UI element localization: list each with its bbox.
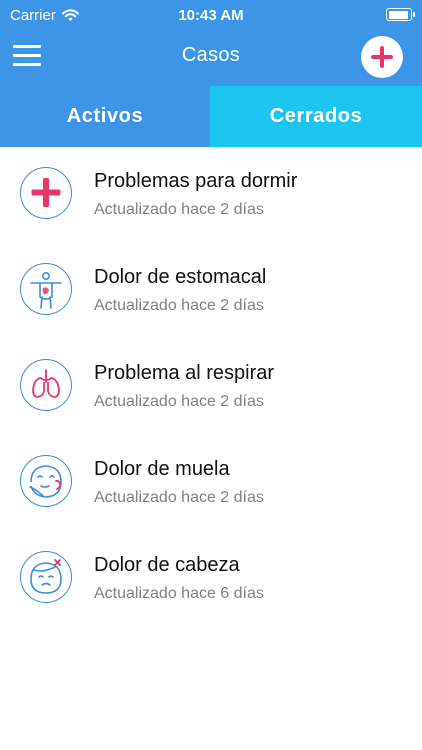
tab-cerrados[interactable]: Cerrados — [210, 86, 422, 147]
case-updated: Actualizado hace 2 días — [94, 297, 264, 314]
toothache-face-icon — [20, 455, 72, 507]
case-updated: Actualizado hace 6 días — [94, 585, 264, 602]
stomach-body-icon — [20, 263, 72, 315]
case-list-item[interactable]: Dolor de cabeza Actualizado hace 6 días — [0, 531, 422, 627]
plus-icon-bar — [371, 55, 393, 59]
case-updated: Actualizado hace 2 días — [94, 201, 264, 218]
case-list-item[interactable]: Problema al respirar Actualizado hace 2 … — [0, 339, 422, 435]
medical-cross-icon — [20, 167, 72, 219]
headache-face-icon — [20, 551, 72, 603]
lungs-icon — [20, 359, 72, 411]
tab-activos[interactable]: Activos — [0, 86, 210, 147]
case-title: Dolor de estomacal — [94, 266, 267, 288]
case-list-item[interactable]: Dolor de estomacal Actualizado hace 2 dí… — [0, 243, 422, 339]
case-title: Problemas para dormir — [94, 170, 298, 192]
case-updated: Actualizado hace 2 días — [94, 393, 264, 410]
navigation-bar: Casos — [0, 32, 422, 86]
case-list: Problemas para dormir Actualizado hace 2… — [0, 147, 422, 627]
status-time: 10:43 AM — [178, 7, 244, 24]
status-bar: Carrier 10:43 AM — [0, 0, 422, 32]
case-title: Problema al respirar — [94, 362, 275, 384]
case-updated: Actualizado hace 2 días — [94, 489, 264, 506]
status-right — [386, 8, 415, 21]
case-title: Dolor de muela — [94, 458, 230, 480]
case-title: Dolor de cabeza — [94, 554, 240, 576]
tab-bar: Activos Cerrados — [0, 86, 422, 147]
battery-icon — [386, 8, 415, 21]
page-title: Casos — [181, 44, 241, 66]
add-case-button[interactable] — [361, 36, 403, 78]
case-list-item[interactable]: Dolor de muela Actualizado hace 2 días — [0, 435, 422, 531]
case-list-item[interactable]: Problemas para dormir Actualizado hace 2… — [0, 147, 422, 243]
